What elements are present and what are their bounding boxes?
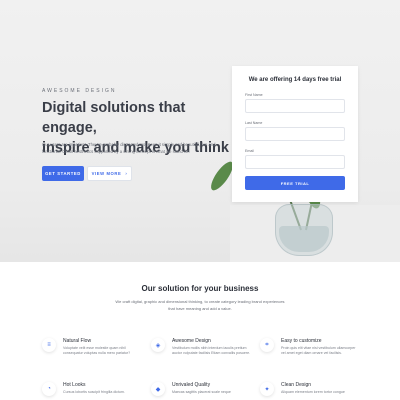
solutions-description: We craft digital, graphic and dimensiona… — [110, 299, 290, 312]
feature-description: Vestibulum mollis nibh interdum iaculis … — [172, 346, 251, 356]
trial-form: We are offering 14 days free trial First… — [232, 66, 358, 202]
last-name-label: Last Name — [245, 121, 263, 125]
view-more-label: VIEW MORE — [91, 171, 122, 176]
first-name-label: First Name — [245, 93, 263, 97]
feature-title: Natural Flow — [63, 338, 92, 344]
last-name-field[interactable] — [245, 127, 345, 141]
chevron-right-icon: › — [125, 171, 128, 176]
first-name-field[interactable] — [245, 99, 345, 113]
feature-title: Easy to customize — [281, 338, 322, 344]
view-more-button[interactable]: VIEW MORE › — [87, 166, 132, 181]
layers-icon: ◈ — [151, 338, 165, 352]
feature-title: Clean Design — [281, 382, 312, 388]
feature-description: Cursus lobortis suscipit fringilla dictu… — [63, 390, 125, 394]
solutions-desc-line: We craft digital, graphic and dimensiona… — [115, 299, 285, 304]
solutions-desc-line: that have meaning and add a value. — [168, 305, 232, 311]
free-trial-button[interactable]: FREE TRIAL — [245, 176, 345, 190]
glass-vase — [275, 204, 333, 256]
feature-description: Aliquam elementum lorem tortor congue — [281, 390, 345, 394]
solutions-title: Our solution for your business — [141, 284, 259, 293]
feature-description: Voluptate velit esse molestie quam nihil… — [63, 346, 131, 356]
email-label: Email — [245, 149, 254, 153]
subtext-line: Our users are impatient. They're probabl… — [42, 142, 216, 147]
list-icon: ≡ — [42, 338, 56, 352]
hero-section: AWESOME DESIGN Digital solutions that en… — [0, 0, 400, 262]
feature-description: Maecas sagittis placerat scale neque — [172, 390, 231, 394]
flame-icon: ◔ — [42, 382, 56, 396]
shield-icon: ◆ — [151, 382, 165, 396]
hero-eyebrow: AWESOME DESIGN — [42, 88, 117, 94]
get-started-button[interactable]: GET STARTED — [42, 166, 84, 181]
feature-title: Hot Looks — [63, 382, 86, 388]
feature-title: Awesome Design — [172, 338, 211, 344]
feature-title: Unrivaled Quality — [172, 382, 211, 388]
trial-form-title: We are offering 14 days free trial — [248, 77, 342, 83]
headline-line: Digital solutions that engage, — [42, 100, 186, 136]
subtext-line: functional. Clean aesthetics supported b… — [42, 148, 190, 154]
feature-description: Proin quis elit vitae nisi vestibulum ul… — [281, 346, 356, 356]
email-field[interactable] — [245, 155, 345, 169]
crop-icon: ⌗ — [260, 338, 274, 352]
clean-icon: ✦ — [260, 382, 274, 396]
hero-subtext: Our users are impatient. They're probabl… — [42, 142, 222, 155]
